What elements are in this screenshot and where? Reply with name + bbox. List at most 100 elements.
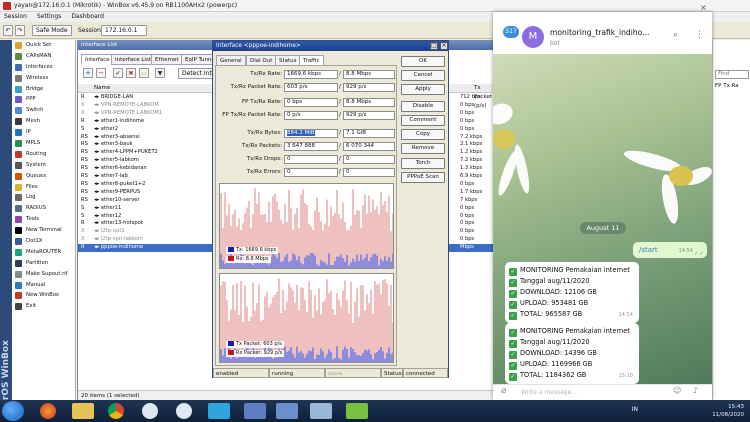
field-tx-value[interactable]: 603 p/s: [284, 83, 338, 92]
sidebar-item-log[interactable]: Log: [12, 192, 75, 203]
maximize-icon[interactable]: □: [430, 42, 438, 50]
chat-title[interactable]: monitoring_trafik_indiho...: [550, 28, 649, 37]
sidebar-item-system[interactable]: System: [12, 160, 75, 171]
camtasia-icon[interactable]: [346, 403, 368, 419]
sidebar-item-interfaces[interactable]: Interfaces: [12, 62, 75, 73]
clock[interactable]: 15:43 11/08/2020: [712, 403, 744, 419]
firefox-icon[interactable]: [40, 403, 56, 419]
language-indicator[interactable]: IN: [632, 406, 638, 413]
incoming-message[interactable]: ✓ MONITORING Pemakaian internet ✓ Tanggal a…: [505, 323, 639, 384]
sidebar-item-make-supout-rif[interactable]: Make Supout.rif: [12, 269, 75, 280]
sidebar-item-radius[interactable]: RADIUS: [12, 203, 75, 214]
sidebar-item-new-winbox[interactable]: New WinBox: [12, 290, 75, 301]
torch-button[interactable]: Torch: [401, 158, 445, 169]
menu-settings[interactable]: Settings: [33, 12, 66, 22]
enable-icon[interactable]: ✔: [113, 68, 123, 78]
sidebar-item-label: Manual: [26, 281, 46, 288]
col-fp-tx-rate[interactable]: FP Tx Ra: [715, 83, 739, 89]
field-tx-value[interactable]: 0 p/s: [284, 111, 338, 120]
disable-button[interactable]: Disable: [401, 101, 445, 112]
chrome-icon[interactable]: [108, 403, 124, 419]
comment-icon[interactable]: ▭: [139, 68, 149, 78]
field-rx-value[interactable]: 7.1 GiB: [343, 129, 395, 138]
tab-ethernet[interactable]: Ethernet: [151, 54, 183, 65]
emoji-icon[interactable]: ☺: [673, 386, 681, 395]
field-tx-value[interactable]: 0: [284, 155, 338, 164]
safe-mode-button[interactable]: Safe Mode: [32, 25, 72, 36]
tab-interface-list[interactable]: Interface List: [111, 54, 155, 65]
sidebar-item-new-terminal[interactable]: New Terminal: [12, 225, 75, 236]
screen-icon[interactable]: [310, 403, 332, 419]
field-rx-value[interactable]: 6 070 344: [343, 142, 395, 151]
sidebar-item-mesh[interactable]: Mesh: [12, 116, 75, 127]
field-rx-value[interactable]: 929 p/s: [343, 83, 395, 92]
field-tx-value[interactable]: 0: [284, 168, 338, 177]
close-icon[interactable]: ×: [700, 3, 707, 12]
tab-interface[interactable]: Interface: [81, 54, 114, 65]
col-name[interactable]: Name: [94, 84, 110, 93]
sidebar-item-exit[interactable]: Exit: [12, 301, 75, 312]
close-icon[interactable]: ×: [440, 42, 448, 50]
incoming-message[interactable]: ✓ MONITORING Pemakaian internet ✓ Tanggal a…: [505, 262, 639, 323]
message-line-text: MONITORING Pemakaian internet: [520, 327, 630, 335]
attach-icon[interactable]: ⌀: [501, 386, 506, 396]
field-tx-value[interactable]: 1669.6 kbps: [284, 70, 338, 79]
sidebar-item-wireless[interactable]: Wireless: [12, 73, 75, 84]
sidebar-item-quick-set[interactable]: Quick Set: [12, 40, 75, 51]
add-icon[interactable]: +: [83, 68, 93, 78]
sidebar-item-ip[interactable]: IP: [12, 127, 75, 138]
ok-button[interactable]: OK: [401, 56, 445, 67]
sidebar-item-bridge[interactable]: Bridge: [12, 84, 75, 95]
virtualbox2-icon[interactable]: [276, 403, 298, 419]
sidebar-item-routing[interactable]: Routing: [12, 149, 75, 160]
row-name: ◂▸ BRIDGE-LAN: [94, 94, 133, 102]
virtualbox-icon[interactable]: [244, 403, 266, 419]
avatar[interactable]: M: [522, 26, 544, 48]
field-tx-value[interactable]: 884.3 MiB: [284, 129, 338, 138]
menu-session[interactable]: Session: [0, 12, 31, 22]
sidebar-item-dot1x[interactable]: Dot1X: [12, 236, 75, 247]
disable-icon[interactable]: ✖: [126, 68, 136, 78]
undo-icon[interactable]: ↶: [3, 25, 13, 36]
comment-button[interactable]: Comment: [401, 115, 445, 126]
redo-icon[interactable]: ↷: [15, 25, 25, 36]
sidebar-item-switch[interactable]: Switch: [12, 105, 75, 116]
back-button[interactable]: 517: [503, 26, 519, 38]
telegram-taskbar-icon[interactable]: [208, 403, 230, 419]
folder-icon[interactable]: [72, 403, 94, 419]
sidebar-item-tools[interactable]: Tools: [12, 214, 75, 225]
remove-button[interactable]: Remove: [401, 143, 445, 154]
remove-icon[interactable]: −: [96, 68, 106, 78]
field-rx-value[interactable]: 8.8 Mbps: [343, 98, 395, 107]
sidebar-item-manual[interactable]: Manual: [12, 280, 75, 291]
field-rx-value[interactable]: 929 p/s: [343, 111, 395, 120]
field-rx-value[interactable]: 0: [343, 168, 395, 177]
field-tx-value[interactable]: 0 bps: [284, 98, 338, 107]
search-icon[interactable]: ⌕: [673, 30, 678, 40]
sidebar-item-queues[interactable]: Queues: [12, 171, 75, 182]
row-name: ◂▸ ether1-indihome: [94, 118, 144, 126]
filter-icon[interactable]: ▼: [155, 68, 165, 78]
menu-dashboard[interactable]: Dashboard: [67, 12, 108, 22]
copy-button[interactable]: Copy: [401, 129, 445, 140]
outgoing-message[interactable]: /start 14:54 ✓✓: [633, 242, 707, 258]
field-tx-value[interactable]: 3 647 888: [284, 142, 338, 151]
field-rx-value[interactable]: 0: [343, 155, 395, 164]
sidebar-item-partition[interactable]: Partition: [12, 258, 75, 269]
winbox-taskbar-icon[interactable]: [142, 403, 158, 419]
find-field[interactable]: Find: [715, 70, 749, 79]
session-field[interactable]: 172.16.0.1: [101, 25, 147, 36]
sidebar-item-files[interactable]: Files: [12, 182, 75, 193]
winbox2-taskbar-icon[interactable]: [176, 403, 192, 419]
pppoe-scan-button[interactable]: PPPoE Scan: [401, 172, 445, 183]
sidebar-item-metarouter[interactable]: MetaROUTER: [12, 247, 75, 258]
more-icon[interactable]: ⋮: [695, 30, 704, 40]
sidebar-item-mpls[interactable]: MPLS: [12, 138, 75, 149]
apply-button[interactable]: Apply: [401, 84, 445, 95]
start-button[interactable]: [2, 401, 24, 421]
sidebar-item-ppp[interactable]: PPP: [12, 94, 75, 105]
sidebar-item-capsman[interactable]: CAPsMAN: [12, 51, 75, 62]
field-rx-value[interactable]: 8.8 Mbps: [343, 70, 395, 79]
cancel-button[interactable]: Cancel: [401, 70, 445, 81]
microphone-icon[interactable]: ♪: [693, 386, 698, 395]
